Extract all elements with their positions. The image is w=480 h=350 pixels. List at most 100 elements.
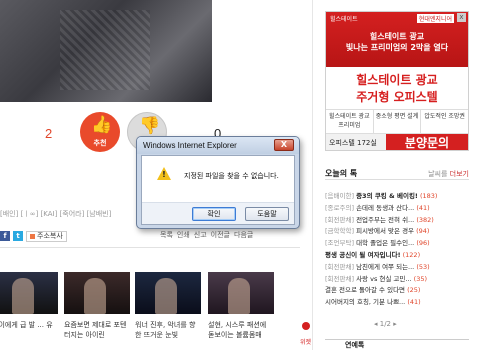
related-image xyxy=(135,272,201,314)
facebook-icon[interactable]: f xyxy=(0,231,10,241)
item-title: 결혼 전으로 돌아갈 수 있다면 xyxy=(325,286,406,295)
today-talk-title: 오늘의 톡 xyxy=(325,169,358,178)
share-row: f t 주소복사 xyxy=(0,230,67,242)
ad-size: 오피스텔 172실 xyxy=(329,138,377,147)
help-button[interactable]: 도움말 xyxy=(245,207,289,221)
ad-brand-right: 현대엔지니어 xyxy=(416,14,454,23)
post-tools: 목록 인쇄 신고 이전글 다음글 xyxy=(160,230,253,240)
list-item[interactable]: 평생 공신이 될 여자입니다! (122) xyxy=(325,250,475,262)
ad-main-1: 힐스테이트 광교 xyxy=(356,73,438,87)
dialog-footer: 확인 도움말 xyxy=(142,202,294,224)
item-category: [금학학학] xyxy=(325,227,354,236)
item-count: (41) xyxy=(416,203,430,212)
today-more-label: 더보기 xyxy=(449,170,469,178)
item-count: (35) xyxy=(413,274,428,283)
related-item[interactable]: 설현, 시스루 패션에 돋보이는 볼륨몸매 xyxy=(208,272,274,340)
item-category: [조언부탁] xyxy=(325,239,354,248)
list-item[interactable]: [종로주의] 손데레 동생과 산다... (41) xyxy=(325,203,475,215)
ad-line-2: 빛나는 프리미엄의 2막을 열다 xyxy=(345,43,449,52)
pager-next-icon[interactable]: ▸ xyxy=(393,320,397,328)
pager: ◂ 1/2 ▸ xyxy=(374,320,397,328)
ad-main-2: 주거형 오피스텔 xyxy=(356,90,438,104)
related-thumbnails: 은이에게 급 발 ... 유 요즘보면 제대로 포텐 터지는 아이린 워너 진후… xyxy=(0,272,300,342)
dialog-body: ! 지정된 파일을 찾을 수 없습니다. 확인 도움말 xyxy=(141,155,295,225)
item-count: (183) xyxy=(419,192,438,200)
widget-dot-icon[interactable] xyxy=(302,322,310,330)
ad-line-1: 힐스테이트 광교 xyxy=(369,32,425,41)
related-caption: 워너 진후, 악녀를 향한 뜨거운 눈빛 xyxy=(135,321,196,339)
ad-banner[interactable]: 힐스테이트 현대엔지니어 x 힐스테이트 광교 빛나는 프리미엄의 2막을 열다… xyxy=(325,11,469,151)
tool-print[interactable]: 인쇄 xyxy=(177,230,190,240)
ad-phone: 분양문의 1670-1221 xyxy=(386,133,468,150)
item-category: [음배이한] xyxy=(325,192,354,200)
list-item[interactable]: [회전판채] 전업주부는 전혀 쉬... (382) xyxy=(325,215,475,227)
pager-status: 1/2 xyxy=(379,320,392,328)
item-title: 평생 공신이 될 여자입니다! xyxy=(325,250,401,259)
alert-dialog: Windows Internet Explorer X ! 지정된 파일을 찾을… xyxy=(136,136,300,229)
upvote-count: 2 xyxy=(45,126,53,141)
related-image xyxy=(64,272,130,314)
thumbs-down-icon: 👎 xyxy=(139,116,161,136)
list-item[interactable]: [음배이한] 중3의 쿠킹 & 베이킹! (183) xyxy=(325,191,475,203)
ad-header: 힐스테이트 현대엔지니어 x 힐스테이트 광교 빛나는 프리미엄의 2막을 열다 xyxy=(326,12,468,67)
item-title: 남친에게 여쭈 되는... xyxy=(356,262,415,271)
tool-prev[interactable]: 이전글 xyxy=(211,230,230,240)
item-category: [회전판채] xyxy=(325,215,354,224)
tag-list[interactable]: [배인] [ㅣ∞] [KAI] [죽어라] [남배빈] xyxy=(0,209,111,219)
item-count: (96) xyxy=(416,239,430,248)
item-title: 피시방에서 맞은 경우 xyxy=(356,227,415,236)
ad-feature: 중소형 평면 설계 xyxy=(374,110,422,133)
warning-mark: ! xyxy=(162,170,166,179)
list-item[interactable]: 결혼 전으로 돌아갈 수 있다면 (25) xyxy=(325,285,475,297)
item-title: 손데레 동생과 산다... xyxy=(356,203,415,212)
item-category: [종로주의] xyxy=(325,203,354,212)
item-count: (94) xyxy=(416,227,430,236)
dialog-message: 지정된 파일을 찾을 수 없습니다. xyxy=(184,172,279,180)
widget-label[interactable]: 위젯 xyxy=(300,337,311,346)
item-title: 중3의 쿠킹 & 베이킹! xyxy=(356,192,418,200)
item-count: (382) xyxy=(416,215,434,224)
ad-footer: 오피스텔 172실 분양문의 1670-1221 xyxy=(326,133,468,150)
today-more-prefix: 날씨를 xyxy=(428,170,448,178)
copy-address-label: 주소복사 xyxy=(37,232,63,240)
item-count: (53) xyxy=(416,262,430,271)
related-item[interactable]: 워너 진후, 악녀를 향한 뜨거운 눈빛 xyxy=(135,272,201,340)
related-image xyxy=(0,272,58,314)
ad-close-icon[interactable]: x xyxy=(457,13,466,22)
related-caption: 요즘보면 제대로 포텐 터지는 아이린 xyxy=(64,321,127,339)
ok-button[interactable]: 확인 xyxy=(192,207,236,221)
item-count: (41) xyxy=(407,298,421,307)
tool-report[interactable]: 신고 xyxy=(194,230,207,240)
today-more-link[interactable]: 날씨를 더보기 xyxy=(428,169,469,179)
link-icon xyxy=(30,233,35,239)
list-item[interactable]: [금학학학] 피시방에서 맞은 경우 (94) xyxy=(325,226,475,238)
today-talk-header: 오늘의 톡 날씨를 더보기 xyxy=(325,168,469,180)
related-caption: 설현, 시스루 패션에 돋보이는 볼륨몸매 xyxy=(208,321,267,339)
right-sidebar: 힐스테이트 현대엔지니어 x 힐스테이트 광교 빛나는 프리미엄의 2막을 열다… xyxy=(312,0,480,350)
ad-feature: 힐스테이트 광교 프리미엄 xyxy=(326,110,374,133)
copy-address-button[interactable]: 주소복사 xyxy=(26,230,67,242)
list-item[interactable]: [회전판채] 남친에게 여쭈 되는... (53) xyxy=(325,262,475,274)
related-item[interactable]: 은이에게 급 발 ... 유 xyxy=(0,272,58,340)
upvote-button[interactable]: 👍 추천 xyxy=(80,112,120,152)
ad-brand-left: 힐스테이트 xyxy=(330,16,358,23)
dialog-close-button[interactable]: X xyxy=(274,139,294,151)
divider xyxy=(0,247,300,248)
item-title: 대학 졸업은 필수인... xyxy=(356,239,415,248)
page: 2 👍 추천 👎 0 [배인] [ㅣ∞] [KAI] [죽어라] [남배빈] f… xyxy=(0,0,480,350)
ad-features: 힐스테이트 광교 프리미엄 중소형 평면 설계 압도적인 조망권 xyxy=(326,109,468,133)
ad-main: 힐스테이트 광교 주거형 오피스텔 xyxy=(326,67,468,109)
today-talk-list: [음배이한] 중3의 쿠킹 & 베이킹! (183) [종로주의] 손데레 동생… xyxy=(325,191,475,309)
list-item[interactable]: [회전판채] 사랑 vs 현실 고민... (35) xyxy=(325,274,475,286)
list-item[interactable]: [조언부탁] 대학 졸업은 필수인... (96) xyxy=(325,238,475,250)
list-item[interactable]: 시어버지의 호칭, 기분 나쁘... (41) xyxy=(325,297,475,309)
article-photo xyxy=(0,0,212,102)
pager-prev-icon[interactable]: ◂ xyxy=(374,320,378,328)
entertainment-talk-header[interactable]: 연예톡 xyxy=(325,339,469,350)
twitter-icon[interactable]: t xyxy=(13,231,23,241)
ad-feature: 압도적인 조망권 xyxy=(424,113,465,120)
related-item[interactable]: 요즘보면 제대로 포텐 터지는 아이린 xyxy=(64,272,130,340)
tool-next[interactable]: 다음글 xyxy=(234,230,253,240)
item-category: [회전판채] xyxy=(325,262,354,271)
tool-list[interactable]: 목록 xyxy=(160,230,173,240)
